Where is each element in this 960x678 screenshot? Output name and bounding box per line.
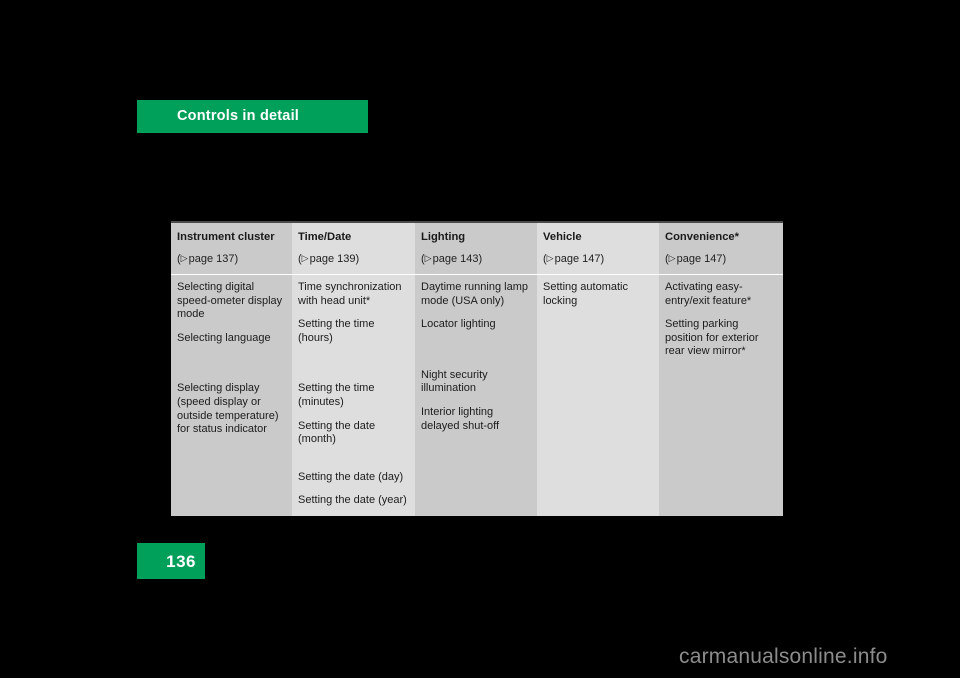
list-item: Selecting digital speed-ometer display m… bbox=[177, 281, 283, 321]
triangle-right-icon: ▷ bbox=[301, 253, 309, 263]
list-item: Time synchronization with head unit* bbox=[298, 281, 402, 307]
table-body-cell-vehicle: Setting automatic locking bbox=[537, 275, 659, 516]
column-pageref-vehicle[interactable]: (▷page 147) bbox=[543, 251, 653, 267]
site-watermark: carmanualsonline.info bbox=[679, 645, 888, 668]
pageref-text: page 147) bbox=[676, 253, 727, 265]
list-item: Setting the time (hours) bbox=[298, 318, 375, 344]
list-item: Setting parking position for exterior re… bbox=[665, 318, 759, 358]
table-header-cell-instrument-cluster: Instrument cluster (▷page 137) bbox=[171, 223, 292, 275]
pageref-text: page 139) bbox=[309, 253, 360, 265]
controls-overview-table: Instrument cluster (▷page 137) Time/Date… bbox=[171, 221, 783, 516]
list-item: Setting automatic locking bbox=[543, 281, 628, 307]
table-header-cell-time-date: Time/Date (▷page 139) bbox=[292, 223, 415, 275]
list-item: Setting the date (year) bbox=[298, 494, 407, 507]
pageref-text: page 147) bbox=[554, 253, 605, 265]
table-header-cell-convenience: Convenience* (▷page 147) bbox=[659, 223, 783, 275]
chapter-banner: Controls in detail bbox=[137, 100, 368, 133]
chapter-title: Controls in detail bbox=[177, 108, 300, 124]
table-body-cell-instrument-cluster: Selecting digital speed-ometer display m… bbox=[171, 275, 292, 516]
column-title-lighting: Lighting bbox=[421, 231, 466, 243]
table-body-cell-time-date: Time synchronization with head unit* Set… bbox=[292, 275, 415, 516]
list-item: Setting the date (day) bbox=[298, 470, 404, 483]
triangle-right-icon: ▷ bbox=[424, 253, 432, 263]
table-body-cell-convenience: Activating easy-entry/exit feature* Sett… bbox=[659, 275, 783, 516]
table-header-cell-vehicle: Vehicle (▷page 147) bbox=[537, 223, 659, 275]
table-body-row: Selecting digital speed-ometer display m… bbox=[171, 275, 783, 516]
column-title-vehicle: Vehicle bbox=[543, 231, 582, 243]
table-body-cell-lighting: Daytime running lamp mode (USA only) Loc… bbox=[415, 275, 537, 516]
list-item: Setting the time (minutes) bbox=[298, 382, 375, 408]
triangle-right-icon: ▷ bbox=[546, 253, 554, 263]
column-pageref-convenience[interactable]: (▷page 147) bbox=[665, 251, 777, 267]
column-pageref-lighting[interactable]: (▷page 143) bbox=[421, 251, 531, 267]
list-item: Night security illumination bbox=[421, 368, 488, 395]
page-number-box: 136 bbox=[137, 543, 205, 579]
list-item: Activating easy-entry/exit feature* bbox=[665, 281, 752, 307]
column-pageref-time-date[interactable]: (▷page 139) bbox=[298, 251, 409, 267]
pageref-text: page 137) bbox=[188, 253, 239, 265]
column-title-time-date: Time/Date bbox=[298, 231, 352, 243]
list-item: Locator lighting bbox=[421, 318, 496, 331]
list-item: Daytime running lamp mode (USA only) bbox=[421, 281, 528, 307]
pageref-text: page 143) bbox=[432, 253, 483, 265]
table-header-row: Instrument cluster (▷page 137) Time/Date… bbox=[171, 223, 783, 275]
column-title-convenience: Convenience* bbox=[665, 231, 739, 243]
triangle-right-icon: ▷ bbox=[668, 253, 676, 263]
column-pageref-instrument-cluster[interactable]: (▷page 137) bbox=[177, 251, 286, 267]
list-item: Selecting language bbox=[177, 331, 271, 344]
column-title-instrument-cluster: Instrument cluster bbox=[177, 231, 275, 243]
list-item: Interior lighting delayed shut-off bbox=[421, 405, 500, 432]
page-number: 136 bbox=[166, 552, 196, 571]
triangle-right-icon: ▷ bbox=[180, 253, 188, 263]
list-item: Setting the date (month) bbox=[298, 419, 376, 446]
list-item: Selecting display (speed display or outs… bbox=[177, 382, 279, 436]
table-header-cell-lighting: Lighting (▷page 143) bbox=[415, 223, 537, 275]
